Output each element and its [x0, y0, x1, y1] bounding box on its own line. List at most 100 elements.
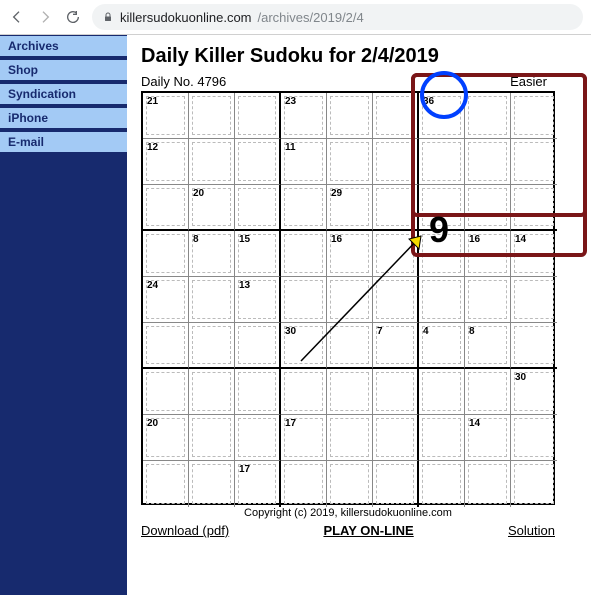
solution-link[interactable]: Solution: [508, 523, 555, 538]
cell-0-5: [373, 93, 419, 139]
url-domain: killersudokuonline.com: [120, 10, 252, 25]
cell-8-8: [511, 461, 557, 507]
cell-5-1: [189, 323, 235, 369]
cell-8-7: [465, 461, 511, 507]
cell-6-3: [281, 369, 327, 415]
cell-2-5: [373, 185, 419, 231]
cell-1-5: [373, 139, 419, 185]
cage-sum: 12: [147, 142, 158, 153]
address-bar[interactable]: killersudokuonline.com/archives/2019/2/4: [92, 4, 583, 30]
cell-0-1: [189, 93, 235, 139]
cage-sum: 30: [285, 326, 296, 337]
daily-number: Daily No. 4796: [141, 74, 226, 89]
sudoku-grid: 2123361211202981516161424133074830201714…: [141, 91, 555, 505]
cage-sum: 11: [285, 142, 296, 153]
difficulty-label: Easier: [510, 74, 547, 89]
cell-0-8: [511, 93, 557, 139]
cell-7-4: [327, 415, 373, 461]
cell-0-2: [235, 93, 281, 139]
cage-sum: 4: [423, 326, 429, 337]
cage-sum: 8: [193, 234, 199, 245]
cell-7-8: [511, 415, 557, 461]
main-content: Daily Killer Sudoku for 2/4/2019 Daily N…: [127, 35, 591, 595]
cell-3-6: [419, 231, 465, 277]
cell-3-0: [143, 231, 189, 277]
cage-sum: 17: [239, 464, 250, 475]
cell-5-8: [511, 323, 557, 369]
cell-8-5: [373, 461, 419, 507]
sidebar-item-syndication[interactable]: Syndication: [0, 83, 127, 107]
back-button[interactable]: [8, 8, 26, 26]
cell-4-5: [373, 277, 419, 323]
cell-1-1: [189, 139, 235, 185]
cell-6-2: [235, 369, 281, 415]
download-link[interactable]: Download (pdf): [141, 523, 229, 538]
page-title: Daily Killer Sudoku for 2/4/2019: [141, 45, 577, 68]
browser-chrome: killersudokuonline.com/archives/2019/2/4: [0, 0, 591, 35]
cell-1-6: [419, 139, 465, 185]
cage-sum: 30: [515, 372, 526, 383]
cell-4-8: [511, 277, 557, 323]
cell-7-1: [189, 415, 235, 461]
cage-sum: 21: [147, 96, 158, 107]
cell-8-3: [281, 461, 327, 507]
cage-sum: 29: [331, 188, 342, 199]
page-body: Archives Shop Syndication iPhone E-mail …: [0, 35, 591, 595]
forward-button[interactable]: [36, 8, 54, 26]
cell-7-5: [373, 415, 419, 461]
cell-5-0: [143, 323, 189, 369]
cage-sum: 15: [239, 234, 250, 245]
copyright-text: Copyright (c) 2019, killersudokuonline.c…: [141, 507, 555, 519]
cell-8-6: [419, 461, 465, 507]
cage-sum: 36: [423, 96, 434, 107]
cell-6-1: [189, 369, 235, 415]
cell-4-3: [281, 277, 327, 323]
cell-0-4: [327, 93, 373, 139]
cell-7-6: [419, 415, 465, 461]
cell-6-0: [143, 369, 189, 415]
cell-2-2: [235, 185, 281, 231]
cage-sum: 14: [469, 418, 480, 429]
cage-sum: 14: [515, 234, 526, 245]
play-online-link[interactable]: PLAY ON-LINE: [323, 523, 413, 538]
url-path: /archives/2019/2/4: [258, 10, 364, 25]
cage-sum: 20: [147, 418, 158, 429]
cell-6-5: [373, 369, 419, 415]
cage-sum: 20: [193, 188, 204, 199]
cell-8-1: [189, 461, 235, 507]
cell-4-7: [465, 277, 511, 323]
cell-0-7: [465, 93, 511, 139]
cell-1-2: [235, 139, 281, 185]
cell-6-6: [419, 369, 465, 415]
cell-5-2: [235, 323, 281, 369]
cell-8-0: [143, 461, 189, 507]
cell-2-3: [281, 185, 327, 231]
cell-4-6: [419, 277, 465, 323]
sidebar: Archives Shop Syndication iPhone E-mail: [0, 35, 127, 595]
cell-1-4: [327, 139, 373, 185]
cell-2-6: [419, 185, 465, 231]
sidebar-item-email[interactable]: E-mail: [0, 131, 127, 155]
cell-4-4: [327, 277, 373, 323]
cell-8-4: [327, 461, 373, 507]
cell-2-0: [143, 185, 189, 231]
cage-sum: 16: [469, 234, 480, 245]
cage-sum: 13: [239, 280, 250, 291]
cell-2-7: [465, 185, 511, 231]
cage-sum: 8: [469, 326, 475, 337]
cell-6-4: [327, 369, 373, 415]
cage-sum: 7: [377, 326, 383, 337]
cell-7-2: [235, 415, 281, 461]
cage-sum: 16: [331, 234, 342, 245]
sidebar-item-iphone[interactable]: iPhone: [0, 107, 127, 131]
reload-button[interactable]: [64, 8, 82, 26]
cell-6-7: [465, 369, 511, 415]
cell-5-4: [327, 323, 373, 369]
sidebar-item-archives[interactable]: Archives: [0, 35, 127, 59]
cell-3-5: [373, 231, 419, 277]
cell-3-3: [281, 231, 327, 277]
cell-1-7: [465, 139, 511, 185]
cell-1-8: [511, 139, 557, 185]
cell-2-8: [511, 185, 557, 231]
sidebar-item-shop[interactable]: Shop: [0, 59, 127, 83]
